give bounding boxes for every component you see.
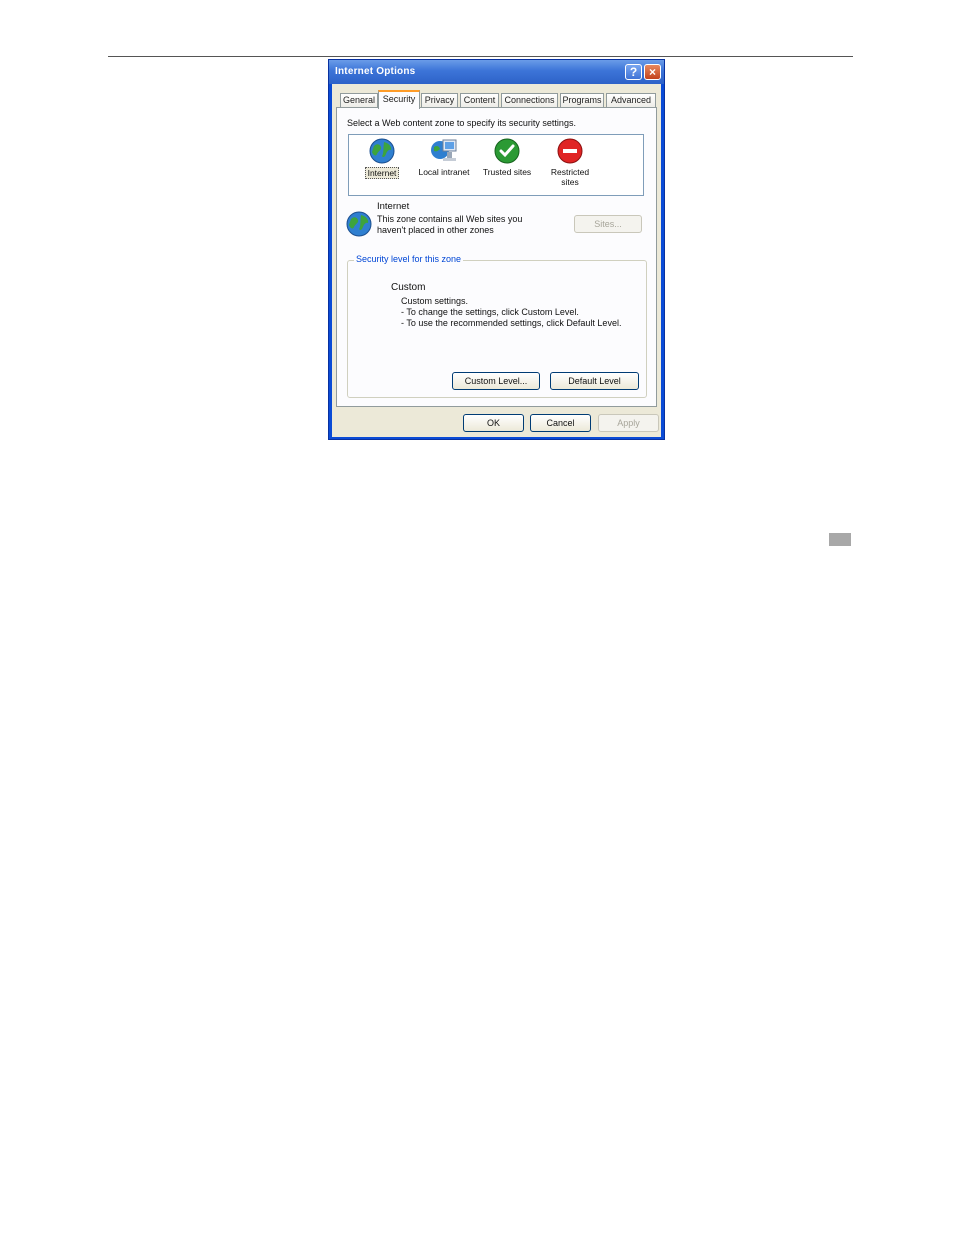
zone-local-intranet[interactable]: Local intranet [413,137,475,177]
tab-general[interactable]: General [340,93,378,108]
level-desc-line: - To use the recommended settings, click… [401,318,622,328]
page-side-marker [829,533,851,546]
checkmark-icon [476,137,538,165]
no-entry-icon [539,137,601,165]
globe-icon [345,210,373,243]
dialog-title: Internet Options [335,66,416,77]
intranet-icon [413,137,475,165]
selected-zone-description: This zone contains all Web sites you hav… [377,214,523,235]
zone-label-internet: Internet [364,167,400,179]
tab-content[interactable]: Content [460,93,499,108]
help-button[interactable]: ? [625,64,642,80]
level-desc-line: - To change the settings, click Custom L… [401,307,579,317]
zone-trusted-sites[interactable]: Trusted sites [476,137,538,177]
zone-internet[interactable]: Internet [351,137,413,179]
zone-label-local-intranet: Local intranet [418,167,470,177]
zone-restricted-sites[interactable]: Restricted sites [539,137,601,187]
dialog-client-area: General Security Privacy Content Connect… [332,84,661,437]
security-tab-panel: Select a Web content zone to specify its… [336,107,657,407]
ok-button[interactable]: OK [463,414,524,432]
zone-prompt: Select a Web content zone to specify its… [347,118,576,128]
default-level-button[interactable]: Default Level [550,372,639,390]
tab-privacy[interactable]: Privacy [421,93,458,108]
tab-programs[interactable]: Programs [560,93,604,108]
level-desc-line: Custom settings. [401,296,469,306]
title-bar[interactable]: Internet Options ? × [329,60,664,84]
security-level-group: Security level for this zone Custom Cust… [347,254,647,398]
custom-level-button[interactable]: Custom Level... [452,372,540,390]
tab-advanced[interactable]: Advanced [606,93,656,108]
cancel-button[interactable]: Cancel [530,414,591,432]
zone-list: Internet Local intranet Trusted sites Re… [348,134,644,196]
sites-button[interactable]: Sites... [574,215,642,233]
apply-button[interactable]: Apply [598,414,659,432]
tab-security[interactable]: Security [378,90,420,109]
tab-connections[interactable]: Connections [501,93,558,108]
globe-icon [351,137,413,165]
zone-label-restricted-sites: Restricted sites [550,167,590,187]
security-level-name: Custom [391,282,426,293]
zone-label-trusted-sites: Trusted sites [482,167,532,177]
selected-zone-name: Internet [377,201,410,212]
security-level-description: Custom settings. - To change the setting… [401,296,621,329]
page-top-rule [108,56,853,57]
close-button[interactable]: × [644,64,661,80]
security-level-legend: Security level for this zone [354,254,464,264]
internet-options-dialog: Internet Options ? × General Security Pr… [328,59,665,440]
